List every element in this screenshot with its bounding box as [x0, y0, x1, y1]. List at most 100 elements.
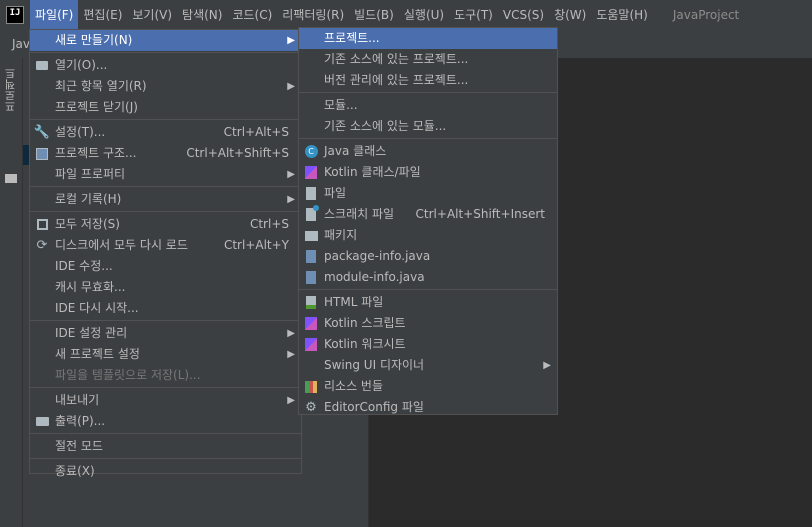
kotlin-icon [303, 165, 319, 181]
file-menu-item-settings[interactable]: 🔧 설정(T)... Ctrl+Alt+S [30, 122, 301, 143]
menu-shortcut: Ctrl+S [249, 217, 289, 231]
menu-item-label: 파일 [324, 186, 347, 200]
menu-item-label: 기존 소스에 있는 프로젝트... [324, 52, 469, 66]
file-menu-item-project-structure[interactable]: 프로젝트 구조... Ctrl+Alt+Shift+S [30, 143, 301, 164]
menu-item-label: Swing UI 디자이너 [324, 358, 425, 372]
new-item-html-file[interactable]: HTML 파일 [299, 292, 557, 313]
chevron-right-icon: ▶ [287, 395, 295, 406]
file-menu-item-restart-ide[interactable]: IDE 다시 시작... [30, 298, 301, 319]
menu-item-label: 프로젝트 닫기(J) [55, 100, 138, 114]
project-name: JavaProject [672, 8, 740, 22]
file-menu-item-file-properties[interactable]: 파일 프로퍼티 ▶ [30, 164, 301, 185]
chevron-right-icon: ▶ [287, 169, 295, 180]
file-menu-item-new-project-setup[interactable]: 새 프로젝트 설정 ▶ [30, 344, 301, 365]
new-item-package[interactable]: 패키지 [299, 225, 557, 246]
new-item-file[interactable]: 파일 [299, 183, 557, 204]
menu-item-label: 새 프로젝트 설정 [55, 347, 140, 361]
menu-item-label: Kotlin 스크립트 [324, 316, 406, 330]
menu-separator [299, 289, 557, 290]
file-menu-item-open[interactable]: 열기(O)... [30, 55, 301, 76]
file-menu-dropdown: 새로 만들기(N) ▶ 열기(O)... 최근 항목 열기(R) ▶ 프로젝트 … [29, 29, 302, 478]
scratch-file-icon [303, 205, 319, 223]
project-tool-tab[interactable]: 프로젝트 [3, 68, 19, 112]
menu-window[interactable]: 창(W) [549, 0, 591, 30]
menu-item-label: IDE 설정 관리 [55, 326, 128, 340]
menu-item-label: 새로 만들기(N) [55, 33, 133, 47]
file-menu-item-exit[interactable]: 종료(X) [30, 461, 301, 482]
menu-code[interactable]: 코드(C) [227, 0, 277, 30]
reload-icon: ⟳ [36, 238, 48, 253]
new-item-editorconfig[interactable]: ⚙ EditorConfig 파일 [299, 397, 557, 418]
menu-run[interactable]: 실행(U) [399, 0, 449, 30]
new-item-java-class[interactable]: C Java 클래스 [299, 141, 557, 162]
file-menu-item-export[interactable]: 내보내기 ▶ [30, 390, 301, 411]
save-icon [34, 217, 50, 233]
breadcrumb[interactable]: Jav [12, 37, 30, 51]
new-item-project-from-sources[interactable]: 기존 소스에 있는 프로젝트... [299, 49, 557, 70]
menu-shortcut: Ctrl+Alt+Y [223, 238, 289, 252]
new-item-resource-bundle[interactable]: 리소스 번들 [299, 376, 557, 397]
new-item-scratch-file[interactable]: 스크래치 파일 Ctrl+Alt+Shift+Insert [299, 204, 557, 225]
menu-separator [299, 92, 557, 93]
menu-item-label: 기존 소스에 있는 모듈... [324, 119, 447, 133]
file-menu-item-repair-ide[interactable]: IDE 수정... [30, 256, 301, 277]
menu-edit[interactable]: 편집(E) [78, 0, 127, 30]
file-menu-item-recent[interactable]: 최근 항목 열기(R) ▶ [30, 76, 301, 97]
menu-item-label: 패키지 [324, 228, 358, 242]
menu-item-label: 열기(O)... [55, 58, 108, 72]
file-menu-item-manage-ide-settings[interactable]: IDE 설정 관리 ▶ [30, 323, 301, 344]
new-item-module-from-sources[interactable]: 기존 소스에 있는 모듈... [299, 116, 557, 137]
new-item-project[interactable]: 프로젝트... [299, 28, 557, 49]
menu-file[interactable]: 파일(F) [30, 0, 79, 30]
menu-item-label: 모듈... [324, 98, 358, 112]
file-menu-item-new[interactable]: 새로 만들기(N) ▶ [30, 30, 301, 51]
menu-item-label: Java 클래스 [324, 144, 387, 158]
menu-separator [30, 433, 301, 434]
file-menu-item-save-all[interactable]: 모두 저장(S) Ctrl+S [30, 214, 301, 235]
new-item-swing-ui-designer[interactable]: Swing UI 디자이너 ▶ [299, 355, 557, 376]
menu-item-label: Kotlin 클래스/파일 [324, 165, 421, 179]
new-item-kotlin-script[interactable]: Kotlin 스크립트 [299, 313, 557, 334]
menu-item-label: 리소스 번들 [324, 379, 384, 393]
new-item-kotlin-worksheet[interactable]: Kotlin 워크시트 [299, 334, 557, 355]
menu-item-label: 로컬 기록(H) [55, 192, 122, 206]
menu-item-label: HTML 파일 [324, 295, 384, 309]
menu-item-label: 출력(P)... [55, 414, 106, 428]
menu-separator [30, 387, 301, 388]
file-menu-item-power-save[interactable]: 절전 모드 [30, 436, 301, 457]
menu-view[interactable]: 보기(V) [127, 0, 177, 30]
new-item-project-from-vcs[interactable]: 버전 관리에 있는 프로젝트... [299, 70, 557, 91]
menu-item-label: 종료(X) [55, 464, 95, 478]
new-item-module-info[interactable]: module-info.java [299, 267, 557, 288]
folder-icon[interactable] [5, 174, 17, 183]
java-class-icon: C [303, 144, 319, 160]
new-item-package-info[interactable]: package-info.java [299, 246, 557, 267]
menu-item-label: 내보내기 [55, 393, 100, 407]
file-menu-item-invalidate-caches[interactable]: 캐시 무효화... [30, 277, 301, 298]
menu-navigate[interactable]: 탐색(N) [177, 0, 227, 30]
intellij-logo-icon: IJ [6, 6, 24, 24]
menu-item-label: 버전 관리에 있는 프로젝트... [324, 73, 469, 87]
menu-item-label: EditorConfig 파일 [324, 400, 424, 414]
chevron-right-icon: ▶ [543, 360, 551, 371]
menu-shortcut: Ctrl+Alt+S [223, 125, 289, 139]
file-menu-item-reload-from-disk[interactable]: ⟳ 디스크에서 모두 다시 로드 Ctrl+Alt+Y [30, 235, 301, 256]
menu-vcs[interactable]: VCS(S) [498, 0, 549, 30]
file-menu-item-close-project[interactable]: 프로젝트 닫기(J) [30, 97, 301, 118]
file-menu-item-local-history[interactable]: 로컬 기록(H) ▶ [30, 189, 301, 210]
file-menu-item-print[interactable]: 출력(P)... [30, 411, 301, 432]
chevron-right-icon: ▶ [287, 349, 295, 360]
menu-refactor[interactable]: 리팩터링(R) [277, 0, 349, 30]
print-icon [34, 414, 50, 430]
menu-separator [30, 320, 301, 321]
tool-window-stripe: 프로젝트 [0, 58, 23, 527]
menu-item-label: 파일을 템플릿으로 저장(L)... [55, 368, 201, 382]
menu-separator [299, 138, 557, 139]
menu-shortcut: Ctrl+Alt+Shift+Insert [415, 207, 545, 221]
new-item-module[interactable]: 모듈... [299, 95, 557, 116]
menu-build[interactable]: 빌드(B) [349, 0, 399, 30]
menu-item-label: package-info.java [324, 249, 431, 263]
menu-tools[interactable]: 도구(T) [449, 0, 498, 30]
menu-help[interactable]: 도움말(H) [591, 0, 653, 30]
new-item-kotlin-class[interactable]: Kotlin 클래스/파일 [299, 162, 557, 183]
